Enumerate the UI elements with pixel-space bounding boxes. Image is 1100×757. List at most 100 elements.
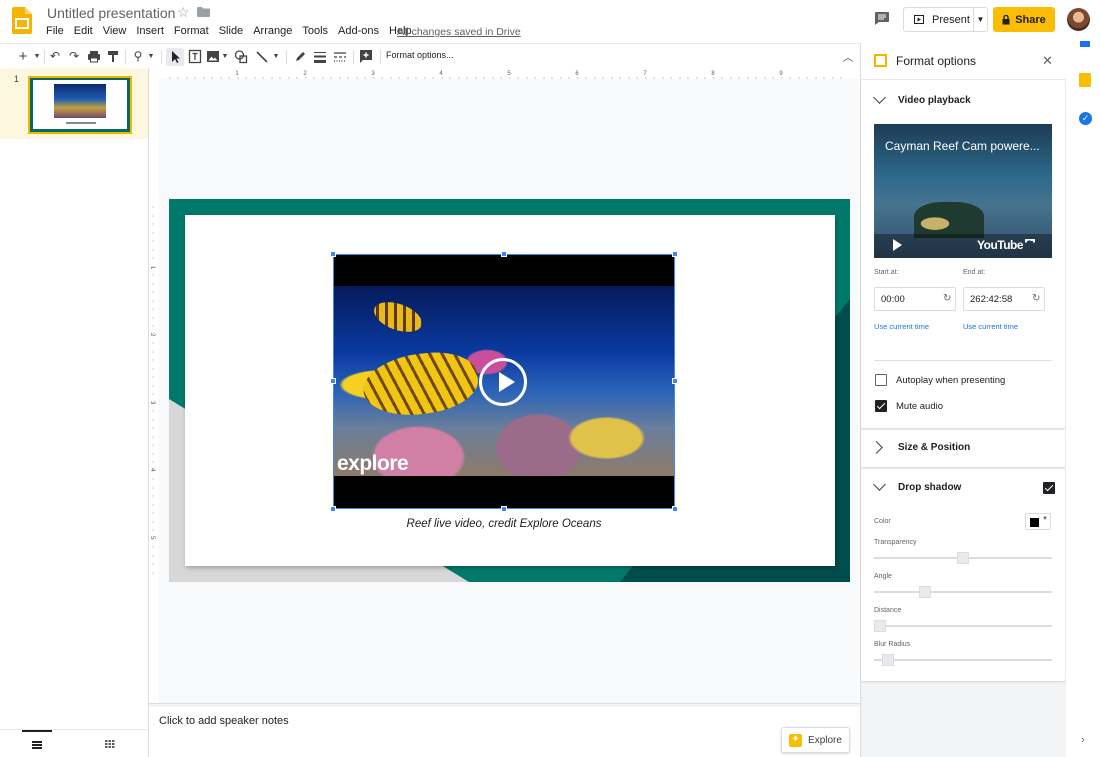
menu-addons[interactable]: Add-ons	[338, 25, 379, 37]
preview-reef	[914, 202, 984, 238]
new-slide-dropdown-icon[interactable]: ▼	[33, 49, 41, 64]
shadow-color-picker[interactable]: ▼	[1025, 513, 1051, 530]
menu-bar: File Edit View Insert Format Slide Arran…	[46, 25, 412, 37]
transparency-slider-thumb[interactable]	[957, 552, 969, 564]
explore-label: Explore	[808, 734, 842, 746]
filmstrip-view-toggle	[0, 729, 148, 757]
resize-handle-s[interactable]	[501, 506, 507, 512]
video-playback-section: Video playback Cayman Reef Cam powere...…	[861, 80, 1065, 428]
grid-view-button[interactable]	[98, 730, 122, 757]
format-options-button[interactable]: Format options...	[386, 50, 454, 60]
menu-format[interactable]: Format	[174, 25, 209, 37]
resize-handle-e[interactable]	[672, 378, 678, 384]
resize-handle-nw[interactable]	[330, 251, 336, 257]
menu-view[interactable]: View	[103, 25, 127, 37]
size-position-section: Size & Position	[861, 430, 1065, 467]
zoom-icon[interactable]: ⚲	[131, 49, 145, 64]
blur-radius-slider-thumb[interactable]	[882, 654, 895, 666]
slide-thumbnail[interactable]	[28, 76, 132, 134]
add-comment-icon[interactable]	[359, 49, 373, 64]
mute-audio-checkbox[interactable]	[875, 400, 887, 412]
selected-slide-row[interactable]: 1	[0, 68, 148, 139]
image-icon[interactable]	[206, 49, 220, 64]
menu-edit[interactable]: Edit	[74, 25, 93, 37]
distance-slider-thumb[interactable]	[874, 620, 886, 632]
size-position-header[interactable]: Size & Position	[861, 431, 1065, 467]
resize-handle-n[interactable]	[501, 251, 507, 257]
save-status-link[interactable]: All changes saved in Drive	[397, 26, 521, 38]
filmstrip-view-button[interactable]	[22, 730, 52, 757]
image-dropdown-icon[interactable]: ▼	[221, 49, 229, 64]
document-title[interactable]: Untitled presentation	[47, 5, 175, 21]
slide-caption[interactable]: Reef live video, credit Explore Oceans	[334, 518, 674, 530]
horizontal-ruler[interactable]: 1234 56789	[158, 69, 858, 79]
drop-shadow-checkbox[interactable]	[1043, 482, 1055, 494]
present-dropdown-icon[interactable]: ▼	[973, 8, 987, 31]
new-slide-icon[interactable]: +	[16, 49, 30, 64]
youtube-logo: YouTube	[977, 238, 1024, 252]
border-weight-icon[interactable]	[313, 49, 327, 64]
calendar-icon[interactable]	[1080, 41, 1090, 47]
notes-resize-bar[interactable]	[149, 703, 860, 707]
line-icon[interactable]	[255, 49, 269, 64]
close-icon[interactable]: ✕	[1042, 53, 1053, 69]
speaker-notes-input[interactable]: Click to add speaker notes	[159, 715, 289, 727]
use-current-time-end-link[interactable]: Use current time	[963, 322, 1018, 331]
border-color-icon[interactable]	[293, 49, 307, 64]
toolbar-divider	[286, 50, 287, 64]
video-playback-header[interactable]: Video playback	[861, 84, 1065, 120]
youtube-preview[interactable]: Cayman Reef Cam powere... YouTube	[874, 124, 1052, 258]
zoom-dropdown-icon[interactable]: ▼	[147, 49, 155, 64]
menu-insert[interactable]: Insert	[136, 25, 164, 37]
comments-icon[interactable]	[875, 12, 889, 25]
share-button[interactable]: Share	[993, 7, 1055, 32]
folder-icon[interactable]	[197, 7, 210, 17]
shape-icon[interactable]	[234, 49, 248, 64]
vertical-ruler[interactable]: 1 2 3 4 5	[149, 79, 159, 703]
resize-handle-w[interactable]	[330, 378, 336, 384]
angle-slider-thumb[interactable]	[918, 586, 931, 598]
redo-icon[interactable]: ↷	[67, 49, 81, 64]
drop-shadow-header[interactable]: Drop shadow	[861, 471, 1065, 507]
collapse-toolbar-icon[interactable]: ︿	[843, 49, 853, 64]
cursor-icon	[172, 51, 180, 63]
distance-slider[interactable]	[874, 625, 1052, 627]
chevron-right-icon[interactable]: ›	[1081, 734, 1085, 746]
keep-icon[interactable]	[1079, 73, 1091, 87]
present-button[interactable]: Present ▼	[903, 7, 988, 32]
select-tool-button[interactable]	[166, 48, 184, 66]
star-icon[interactable]: ☆	[177, 4, 190, 21]
angle-slider[interactable]	[874, 591, 1052, 593]
section-divider	[874, 360, 1052, 361]
youtube-play-icon[interactable]	[893, 239, 902, 251]
selection-frame	[333, 254, 675, 509]
side-panel-rail	[1066, 43, 1100, 757]
menu-slide[interactable]: Slide	[219, 25, 243, 37]
resize-handle-ne[interactable]	[672, 251, 678, 257]
tasks-icon[interactable]: ✓	[1079, 112, 1092, 125]
lock-icon	[1002, 14, 1010, 24]
refresh-icon[interactable]: ↻	[1032, 293, 1040, 304]
slide-number: 1	[14, 74, 20, 84]
line-dropdown-icon[interactable]: ▼	[272, 49, 280, 64]
shadow-color-swatch	[1030, 518, 1039, 527]
autoplay-checkbox[interactable]	[875, 374, 887, 386]
resize-handle-se[interactable]	[672, 506, 678, 512]
blur-radius-label: Blur Radius	[874, 641, 911, 648]
use-current-time-start-link[interactable]: Use current time	[874, 322, 929, 331]
autoplay-label: Autoplay when presenting	[896, 375, 1006, 386]
refresh-icon[interactable]: ↻	[943, 293, 951, 304]
slides-logo-icon[interactable]	[12, 7, 32, 34]
menu-arrange[interactable]: Arrange	[253, 25, 292, 37]
print-icon[interactable]	[87, 49, 101, 64]
paint-format-icon[interactable]	[106, 49, 120, 64]
resize-handle-sw[interactable]	[330, 506, 336, 512]
text-box-icon[interactable]	[188, 49, 202, 64]
explore-button[interactable]: ✦ Explore	[781, 727, 850, 753]
menu-tools[interactable]: Tools	[302, 25, 328, 37]
undo-icon[interactable]: ↶	[48, 49, 62, 64]
menu-file[interactable]: File	[46, 25, 64, 37]
account-avatar[interactable]	[1067, 8, 1090, 31]
border-dash-icon[interactable]	[333, 49, 347, 64]
blur-radius-slider[interactable]	[874, 659, 1052, 661]
